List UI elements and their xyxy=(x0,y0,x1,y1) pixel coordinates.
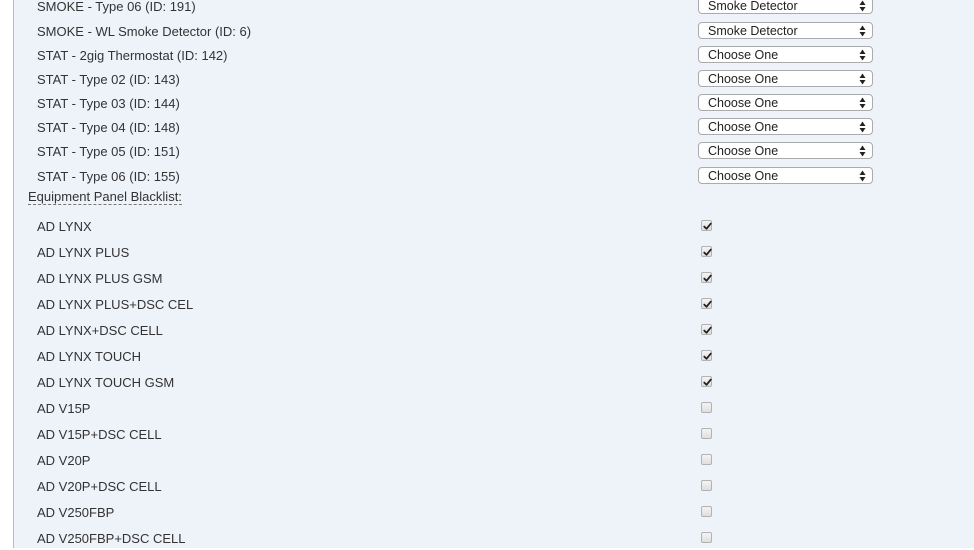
blacklist-section-title: Equipment Panel Blacklist: xyxy=(28,190,182,205)
checkmark-icon xyxy=(703,300,712,308)
blacklist-item-label: AD V250FBP xyxy=(37,505,115,520)
blacklist-row: AD V250FBP xyxy=(14,502,974,524)
blacklist-checkbox[interactable] xyxy=(701,506,712,517)
device-type-select[interactable]: Choose One xyxy=(698,94,873,111)
blacklist-checkbox[interactable] xyxy=(701,402,712,413)
blacklist-item-label: AD LYNX PLUS+DSC CEL xyxy=(37,297,194,312)
blacklist-checkbox[interactable] xyxy=(701,298,712,309)
blacklist-item-label: AD LYNX TOUCH xyxy=(37,349,142,364)
select-value: Choose One xyxy=(708,120,779,134)
device-mapping-row: SMOKE - Type 06 (ID: 191) Smoke Detector xyxy=(14,0,974,18)
device-type-select[interactable]: Smoke Detector xyxy=(698,22,873,39)
blacklist-item-label: AD LYNX+DSC CELL xyxy=(37,323,163,338)
device-type-select[interactable]: Choose One xyxy=(698,142,873,159)
blacklist-row: AD LYNX xyxy=(14,216,974,238)
blacklist-row: AD LYNX PLUS xyxy=(14,242,974,264)
blacklist-item-label: AD V20P xyxy=(37,453,91,468)
settings-panel: SMOKE - Type 06 (ID: 191) Smoke Detector S… xyxy=(13,0,974,548)
device-type-select[interactable]: Choose One xyxy=(698,167,873,184)
select-value: Choose One xyxy=(708,96,779,110)
blacklist-row: AD V20P xyxy=(14,450,974,472)
blacklist-row: AD V15P xyxy=(14,398,974,420)
device-type-select[interactable]: Choose One xyxy=(698,70,873,87)
device-mapping-row: STAT - Type 05 (ID: 151) Choose One xyxy=(14,141,974,163)
select-arrows-icon xyxy=(859,145,866,157)
blacklist-row: AD LYNX TOUCH xyxy=(14,346,974,368)
device-mapping-row: STAT - Type 04 (ID: 148) Choose One xyxy=(14,117,974,139)
select-value: Smoke Detector xyxy=(708,0,798,13)
blacklist-item-label: AD V20P+DSC CELL xyxy=(37,479,162,494)
blacklist-item-label: AD LYNX PLUS GSM xyxy=(37,271,163,286)
blacklist-row: AD LYNX PLUS+DSC CEL xyxy=(14,294,974,316)
select-arrows-icon xyxy=(859,97,866,109)
select-arrows-icon xyxy=(859,170,866,182)
select-arrows-icon xyxy=(859,49,866,61)
blacklist-checkbox[interactable] xyxy=(701,376,712,387)
select-arrows-icon xyxy=(859,73,866,85)
select-value: Choose One xyxy=(708,72,779,86)
device-label: STAT - Type 06 (ID: 155) xyxy=(37,169,180,184)
blacklist-checkbox[interactable] xyxy=(701,246,712,257)
select-value: Choose One xyxy=(708,169,779,183)
checkmark-icon xyxy=(703,352,712,360)
checkmark-icon xyxy=(703,326,712,334)
select-value: Choose One xyxy=(708,144,779,158)
blacklist-checkbox[interactable] xyxy=(701,480,712,491)
blacklist-item-label: AD V15P xyxy=(37,401,91,416)
device-mapping-row: STAT - Type 02 (ID: 143) Choose One xyxy=(14,69,974,91)
select-arrows-icon xyxy=(859,25,866,37)
blacklist-item-label: AD V15P+DSC CELL xyxy=(37,427,162,442)
select-arrows-icon xyxy=(859,0,866,12)
device-mapping-row: STAT - Type 06 (ID: 155) Choose One xyxy=(14,166,974,188)
device-label: SMOKE - WL Smoke Detector (ID: 6) xyxy=(37,24,252,39)
blacklist-item-label: AD LYNX PLUS xyxy=(37,245,130,260)
device-label: STAT - 2gig Thermostat (ID: 142) xyxy=(37,48,228,63)
device-label: STAT - Type 03 (ID: 144) xyxy=(37,96,180,111)
blacklist-checkbox[interactable] xyxy=(701,324,712,335)
select-value: Choose One xyxy=(708,48,779,62)
blacklist-checkbox[interactable] xyxy=(701,428,712,439)
blacklist-item-label: AD LYNX xyxy=(37,219,92,234)
device-mapping-row: STAT - Type 03 (ID: 144) Choose One xyxy=(14,93,974,115)
device-label: SMOKE - Type 06 (ID: 191) xyxy=(37,0,196,14)
device-label: STAT - Type 05 (ID: 151) xyxy=(37,144,180,159)
device-label: STAT - Type 04 (ID: 148) xyxy=(37,120,180,135)
select-arrows-icon xyxy=(859,121,866,133)
blacklist-item-label: AD LYNX TOUCH GSM xyxy=(37,375,175,390)
device-label: STAT - Type 02 (ID: 143) xyxy=(37,72,180,87)
device-type-select[interactable]: Smoke Detector xyxy=(698,0,873,14)
select-value: Smoke Detector xyxy=(708,24,798,38)
blacklist-row: AD LYNX+DSC CELL xyxy=(14,320,974,342)
checkmark-icon xyxy=(703,248,712,256)
blacklist-title-text: Equipment Panel Blacklist: xyxy=(28,189,182,204)
checkmark-icon xyxy=(703,274,712,282)
blacklist-item-label: AD V250FBP+DSC CELL xyxy=(37,531,186,546)
checkmark-icon xyxy=(703,378,712,386)
blacklist-row: AD V20P+DSC CELL xyxy=(14,476,974,498)
blacklist-row: AD LYNX PLUS GSM xyxy=(14,268,974,290)
blacklist-row: AD LYNX TOUCH GSM xyxy=(14,372,974,394)
blacklist-row: AD V250FBP+DSC CELL xyxy=(14,528,974,550)
blacklist-checkbox[interactable] xyxy=(701,220,712,231)
blacklist-checkbox[interactable] xyxy=(701,454,712,465)
device-mapping-row: SMOKE - WL Smoke Detector (ID: 6) Smoke D… xyxy=(14,21,974,43)
checkmark-icon xyxy=(703,222,712,230)
device-mapping-row: STAT - 2gig Thermostat (ID: 142) Choose O… xyxy=(14,45,974,67)
blacklist-checkbox[interactable] xyxy=(701,272,712,283)
device-type-select[interactable]: Choose One xyxy=(698,46,873,63)
blacklist-checkbox[interactable] xyxy=(701,532,712,543)
blacklist-checkbox[interactable] xyxy=(701,350,712,361)
blacklist-row: AD V15P+DSC CELL xyxy=(14,424,974,446)
device-type-select[interactable]: Choose One xyxy=(698,118,873,135)
